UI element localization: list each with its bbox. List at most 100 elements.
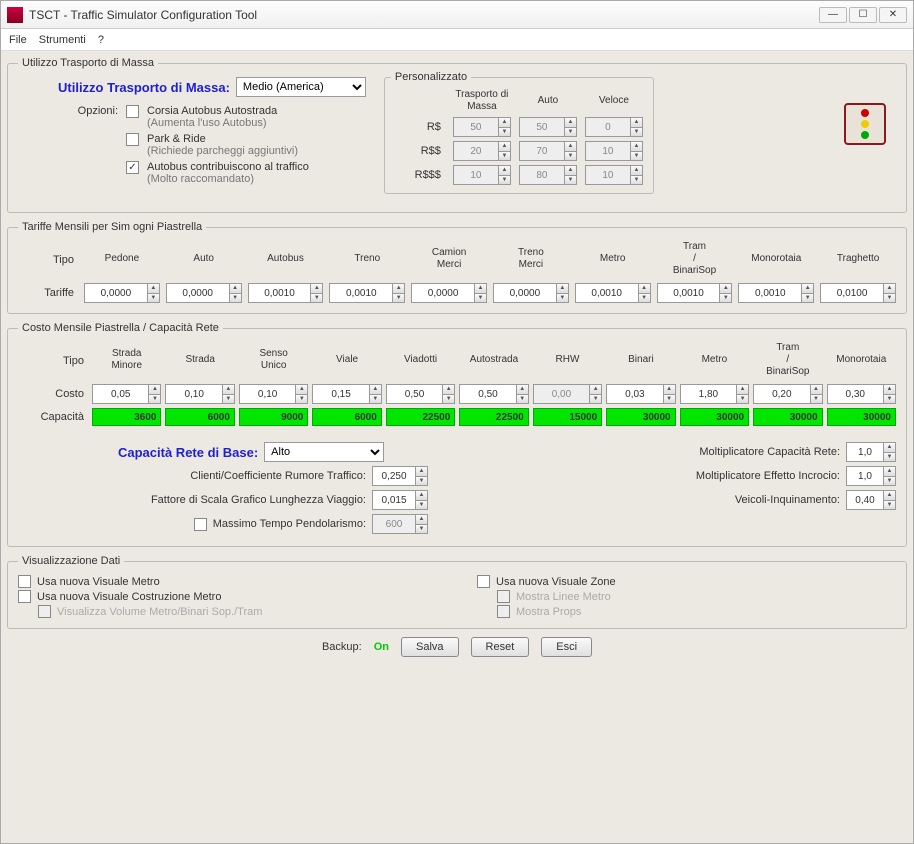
tariff-spin-8[interactable]: 0,0010▲▼	[738, 283, 814, 303]
volume-view-label: Visualizza Volume Metro/Binari Sop./Tram	[57, 606, 262, 618]
tariff-spin-1[interactable]: 0,0000▲▼	[166, 283, 242, 303]
tariff-spin-4[interactable]: 0,0000▲▼	[411, 283, 487, 303]
cost-spin-7[interactable]: 0,03▲▼	[606, 384, 675, 404]
noise-coeff-spin[interactable]: 0,250▲▼	[372, 466, 428, 486]
cost-header-7: Binari	[606, 354, 675, 368]
capacity-cell-2: 9000	[239, 408, 308, 426]
custom-r3-auto[interactable]: 80▲▼	[519, 165, 577, 185]
custom-r1-auto[interactable]: 50▲▼	[519, 117, 577, 137]
menu-help[interactable]: ?	[98, 34, 104, 46]
intersection-multiplier-label: Moltiplicatore Effetto Incrocio:	[696, 470, 840, 482]
capacity-cell-10: 30000	[827, 408, 896, 426]
cost-header-5: Autostrada	[459, 354, 528, 368]
bus-traffic-hint: (Molto raccomandato)	[147, 173, 309, 185]
cost-header-9: Tram/BinariSop	[753, 342, 822, 380]
base-capacity-combo[interactable]: Alto	[264, 442, 384, 462]
capacity-cell-5: 22500	[459, 408, 528, 426]
zone-view-checkbox[interactable]	[477, 575, 490, 588]
custom-r2-auto[interactable]: 70▲▼	[519, 141, 577, 161]
cost-header-3: Viale	[312, 354, 381, 368]
cost-spin-5[interactable]: 0,50▲▼	[459, 384, 528, 404]
metro-view-checkbox[interactable]	[18, 575, 31, 588]
tariff-type-label: Tipo	[18, 254, 78, 266]
cost-spin-0[interactable]: 0,05▲▼	[92, 384, 161, 404]
custom-r2-fast[interactable]: 10▲▼	[585, 141, 643, 161]
tariff-spin-7[interactable]: 0,0010▲▼	[657, 283, 733, 303]
minimize-button[interactable]: —	[819, 7, 847, 23]
base-capacity-label: Capacità Rete di Base:	[118, 445, 258, 460]
cost-row-label: Costo	[18, 388, 88, 400]
intersection-multiplier-spin[interactable]: 1,0▲▼	[846, 466, 896, 486]
custom-r3-fast[interactable]: 10▲▼	[585, 165, 643, 185]
backup-status: On	[374, 641, 389, 653]
park-ride-checkbox[interactable]	[126, 133, 139, 146]
close-button[interactable]: ✕	[879, 7, 907, 23]
travel-scale-label: Fattore di Scala Grafico Lunghezza Viagg…	[151, 494, 366, 506]
tariffs-legend: Tariffe Mensili per Sim ogni Piastrella	[18, 221, 206, 233]
max-commute-checkbox[interactable]	[194, 518, 207, 531]
tariff-spin-3[interactable]: 0,0010▲▼	[329, 283, 405, 303]
custom-row-r2: R$$	[395, 145, 445, 157]
cost-spin-10[interactable]: 0,30▲▼	[827, 384, 896, 404]
cost-spin-2[interactable]: 0,10▲▼	[239, 384, 308, 404]
travel-scale-spin[interactable]: 0,015▲▼	[372, 490, 428, 510]
data-view-section: Visualizzazione Dati Usa nuova Visuale M…	[7, 555, 907, 629]
park-ride-hint: (Richiede parcheggi aggiuntivi)	[147, 145, 298, 157]
capacity-cell-3: 6000	[312, 408, 381, 426]
cost-spin-9[interactable]: 0,20▲▼	[753, 384, 822, 404]
mass-transit-label: Utilizzo Trasporto di Massa:	[58, 80, 230, 95]
maximize-button[interactable]: ☐	[849, 7, 877, 23]
cost-spin-6[interactable]: 0,00▲▼	[533, 384, 602, 404]
tariff-spin-9[interactable]: 0,0100▲▼	[820, 283, 896, 303]
exit-button[interactable]: Esci	[541, 637, 592, 657]
highway-bus-lane-hint: (Aumenta l'uso Autobus)	[147, 117, 277, 129]
mass-transit-combo[interactable]: Medio (America)	[236, 77, 366, 97]
tariff-header-8: Monorotaia	[738, 253, 814, 267]
zone-view-label: Usa nuova Visuale Zone	[496, 576, 616, 588]
custom-hdr-fast: Veloce	[585, 95, 643, 107]
custom-r3-mass[interactable]: 10▲▼	[453, 165, 511, 185]
custom-legend: Personalizzato	[391, 71, 471, 83]
custom-r2-mass[interactable]: 20▲▼	[453, 141, 511, 161]
metro-view-label: Usa nuova Visuale Metro	[37, 576, 160, 588]
custom-row-r3: R$$$	[395, 169, 445, 181]
capacity-row-label: Capacità	[18, 411, 88, 423]
custom-r1-mass[interactable]: 50▲▼	[453, 117, 511, 137]
max-commute-spin[interactable]: 600▲▼	[372, 514, 428, 534]
custom-r1-fast[interactable]: 0▲▼	[585, 117, 643, 137]
metro-build-view-label: Usa nuova Visuale Costruzione Metro	[37, 591, 221, 603]
cost-spin-4[interactable]: 0,50▲▼	[386, 384, 455, 404]
data-view-legend: Visualizzazione Dati	[18, 555, 124, 567]
tariff-spin-5[interactable]: 0,0000▲▼	[493, 283, 569, 303]
save-button[interactable]: Salva	[401, 637, 459, 657]
highway-bus-lane-label: Corsia Autobus Autostrada	[147, 105, 277, 117]
cost-header-1: Strada	[165, 354, 234, 368]
tariff-spin-0[interactable]: 0,0000▲▼	[84, 283, 160, 303]
tariff-header-1: Auto	[166, 253, 242, 267]
cost-spin-1[interactable]: 0,10▲▼	[165, 384, 234, 404]
metro-lines-label: Mostra Linee Metro	[516, 591, 611, 603]
cost-capacity-legend: Costo Mensile Piastrella / Capacità Rete	[18, 322, 223, 334]
cost-header-8: Metro	[680, 354, 749, 368]
max-commute-label: Massimo Tempo Pendolarismo:	[213, 518, 366, 530]
reset-button[interactable]: Reset	[471, 637, 530, 657]
highway-bus-lane-checkbox[interactable]	[126, 105, 139, 118]
tariff-spin-6[interactable]: 0,0010▲▼	[575, 283, 651, 303]
bus-traffic-checkbox[interactable]: ✓	[126, 161, 139, 174]
tariff-header-0: Pedone	[84, 253, 160, 267]
multiplier-capacity-spin[interactable]: 1,0▲▼	[846, 442, 896, 462]
volume-view-checkbox	[38, 605, 51, 618]
capacity-cell-1: 6000	[165, 408, 234, 426]
cost-spin-3[interactable]: 0,15▲▼	[312, 384, 381, 404]
mass-transit-section: Utilizzo Trasporto di Massa Utilizzo Tra…	[7, 57, 907, 213]
vehicle-pollution-spin[interactable]: 0,40▲▼	[846, 490, 896, 510]
tariff-row-label: Tariffe	[18, 287, 78, 299]
menu-file[interactable]: File	[9, 34, 27, 46]
custom-row-r1: R$	[395, 121, 445, 133]
tariff-header-4: CamionMerci	[411, 247, 487, 273]
cost-spin-8[interactable]: 1,80▲▼	[680, 384, 749, 404]
tariff-spin-2[interactable]: 0,0010▲▼	[248, 283, 324, 303]
metro-build-view-checkbox[interactable]	[18, 590, 31, 603]
cost-type-label: Tipo	[18, 355, 88, 367]
menu-tools[interactable]: Strumenti	[39, 34, 86, 46]
